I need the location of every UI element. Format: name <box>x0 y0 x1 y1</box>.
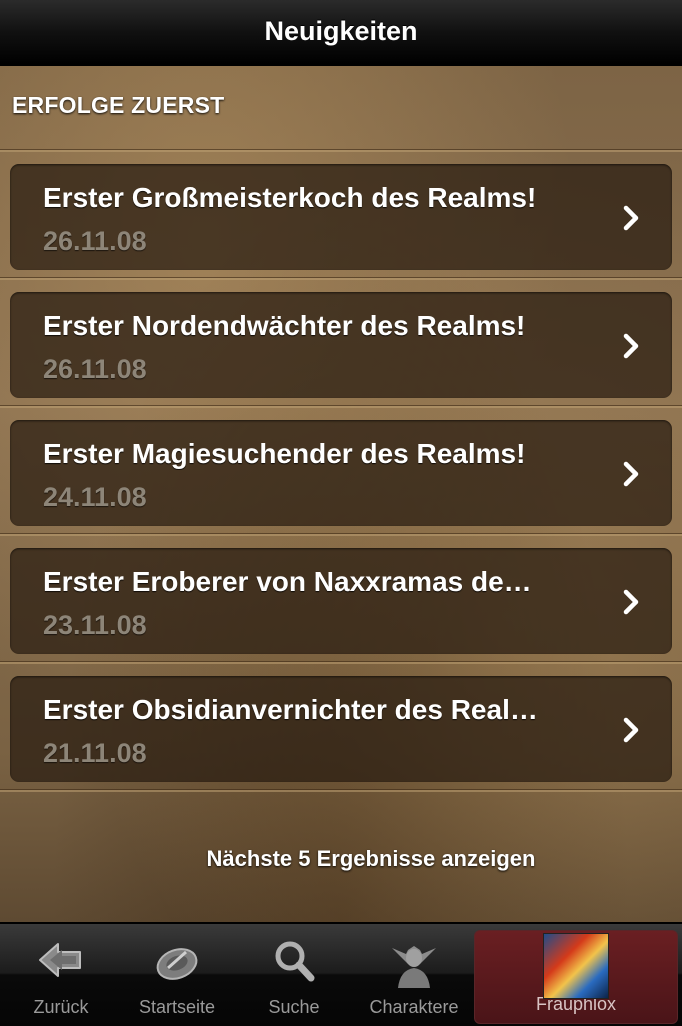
separator <box>0 534 682 536</box>
item-date: 26.11.08 <box>43 226 147 256</box>
character-avatar <box>543 933 609 999</box>
tab-label: Charaktere <box>369 997 459 1017</box>
chevron-right-icon <box>623 205 639 231</box>
navigation-bar: Neuigkeiten <box>0 0 682 66</box>
character-icon <box>392 946 436 988</box>
tab-label: Startseite <box>138 997 216 1017</box>
back-arrow-icon <box>39 943 81 977</box>
item-date: 24.11.08 <box>43 482 147 512</box>
list-item[interactable]: Erster Obsidianvernichter des Real… 21.1… <box>10 676 672 782</box>
separator <box>0 278 682 280</box>
tab-bar: Zurück Startseite Suche Charaktere Fraup… <box>0 922 682 1026</box>
tab-profile-frauphlox[interactable]: Frauphlox <box>474 930 678 1024</box>
tab-home[interactable]: Startseite <box>122 924 232 1026</box>
separator <box>0 150 682 152</box>
chevron-right-icon <box>623 589 639 615</box>
tab-label: Suche <box>268 997 320 1017</box>
list-item[interactable]: Erster Nordendwächter des Realms! 26.11.… <box>10 292 672 398</box>
section-header: ERFOLGE ZUERST <box>12 92 225 118</box>
item-title: Erster Eroberer von Naxxramas de… <box>43 566 532 597</box>
separator <box>0 662 682 664</box>
list-item[interactable]: Erster Magiesuchender des Realms! 24.11.… <box>10 420 672 526</box>
magnifier-icon <box>275 941 315 982</box>
chevron-right-icon <box>623 717 639 743</box>
item-date: 21.11.08 <box>43 738 147 768</box>
item-date: 26.11.08 <box>43 354 147 384</box>
item-title: Erster Großmeisterkoch des Realms! <box>43 182 537 213</box>
list-item[interactable]: Erster Großmeisterkoch des Realms! 26.11… <box>10 164 672 270</box>
tab-back[interactable]: Zurück <box>0 924 122 1026</box>
home-emblem-icon <box>156 948 198 980</box>
separator <box>0 790 682 792</box>
item-date: 23.11.08 <box>43 610 147 640</box>
list-item[interactable]: Erster Eroberer von Naxxramas de… 23.11.… <box>10 548 672 654</box>
show-more-button[interactable]: Nächste 5 Ergebnisse anzeigen <box>0 846 682 872</box>
page-title: Neuigkeiten <box>264 15 418 46</box>
tab-characters[interactable]: Charaktere <box>356 924 472 1026</box>
tab-label: Zurück <box>33 997 89 1017</box>
item-title: Erster Magiesuchender des Realms! <box>43 438 526 469</box>
separator <box>0 406 682 408</box>
item-title: Erster Nordendwächter des Realms! <box>43 310 526 341</box>
chevron-right-icon <box>623 333 639 359</box>
news-content[interactable]: ERFOLGE ZUERST Erster Großmeisterkoch de… <box>0 66 682 922</box>
tab-search[interactable]: Suche <box>232 924 356 1026</box>
chevron-right-icon <box>623 461 639 487</box>
item-title: Erster Obsidianvernichter des Real… <box>43 694 538 725</box>
